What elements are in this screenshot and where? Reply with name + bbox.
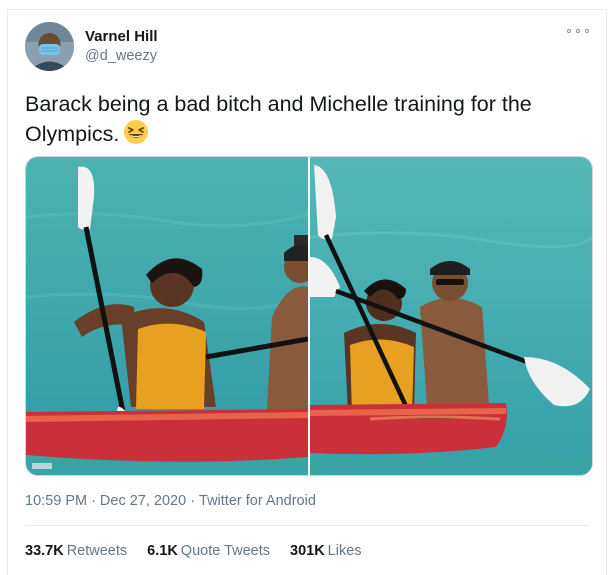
quote-tweets-stat[interactable]: 6.1K Quote Tweets — [147, 543, 270, 559]
avatar-image — [25, 22, 74, 71]
retweets-stat[interactable]: 33.7K Retweets — [25, 543, 127, 559]
tweet-source[interactable]: Twitter for Android — [199, 493, 316, 509]
tweet-media[interactable] — [25, 156, 593, 476]
divider — [25, 525, 589, 526]
tweet-meta: 10:59 PM · Dec 27, 2020 · Twitter for Androi… — [25, 493, 316, 509]
meta-separator: · — [190, 493, 196, 509]
meta-separator: · — [91, 493, 96, 509]
tweet-time[interactable]: 10:59 PM — [25, 493, 87, 509]
likes-count: 301K — [290, 543, 325, 559]
grinning-squinting-face-emoji — [123, 119, 149, 153]
quote-tweets-count: 6.1K — [147, 543, 178, 559]
retweets-count: 33.7K — [25, 543, 64, 559]
tweet-body: Barack being a bad bitch and Michelle tr… — [25, 92, 532, 146]
tweet-stats: 33.7K Retweets 6.1K Quote Tweets 301K Likes — [25, 543, 362, 559]
retweets-label: Retweets — [66, 543, 128, 559]
author-handle[interactable]: @d_weezy — [85, 48, 157, 64]
likes-stat[interactable]: 301K Likes — [290, 543, 362, 559]
quote-tweets-label: Quote Tweets — [180, 543, 270, 559]
author-name[interactable]: Varnel Hill — [85, 28, 158, 45]
tweet-date[interactable]: Dec 27, 2020 — [100, 493, 186, 509]
tweet-text: Barack being a bad bitch and Michelle tr… — [25, 89, 595, 153]
likes-label: Likes — [327, 543, 362, 559]
tweet-card: Varnel Hill @d_weezy Barack being a bad … — [7, 9, 607, 575]
photo-kayak-right[interactable] — [310, 157, 592, 475]
more-options-icon[interactable] — [567, 24, 589, 38]
photo-kayak-left[interactable] — [26, 157, 308, 475]
avatar[interactable] — [25, 22, 74, 71]
